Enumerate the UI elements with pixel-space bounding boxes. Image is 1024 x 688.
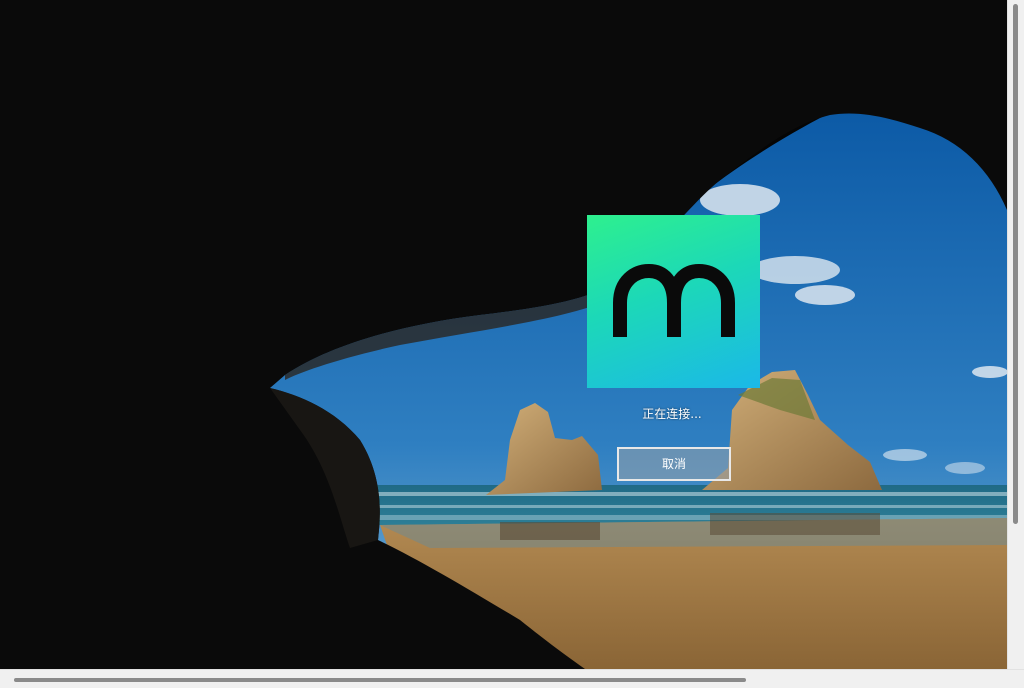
- remote-desktop-viewport: 正在连接... 取消: [0, 0, 1007, 669]
- m-logo-icon: [587, 215, 760, 388]
- horizontal-scrollbar[interactable]: [0, 669, 1024, 688]
- cancel-button[interactable]: 取消: [617, 447, 731, 481]
- vertical-scrollbar[interactable]: [1007, 0, 1024, 669]
- connecting-status-text: 正在连接...: [642, 407, 702, 421]
- vertical-scrollbar-thumb[interactable]: [1013, 4, 1018, 524]
- horizontal-scrollbar-thumb[interactable]: [14, 678, 746, 682]
- connecting-panel: 正在连接... 取消: [0, 0, 1007, 669]
